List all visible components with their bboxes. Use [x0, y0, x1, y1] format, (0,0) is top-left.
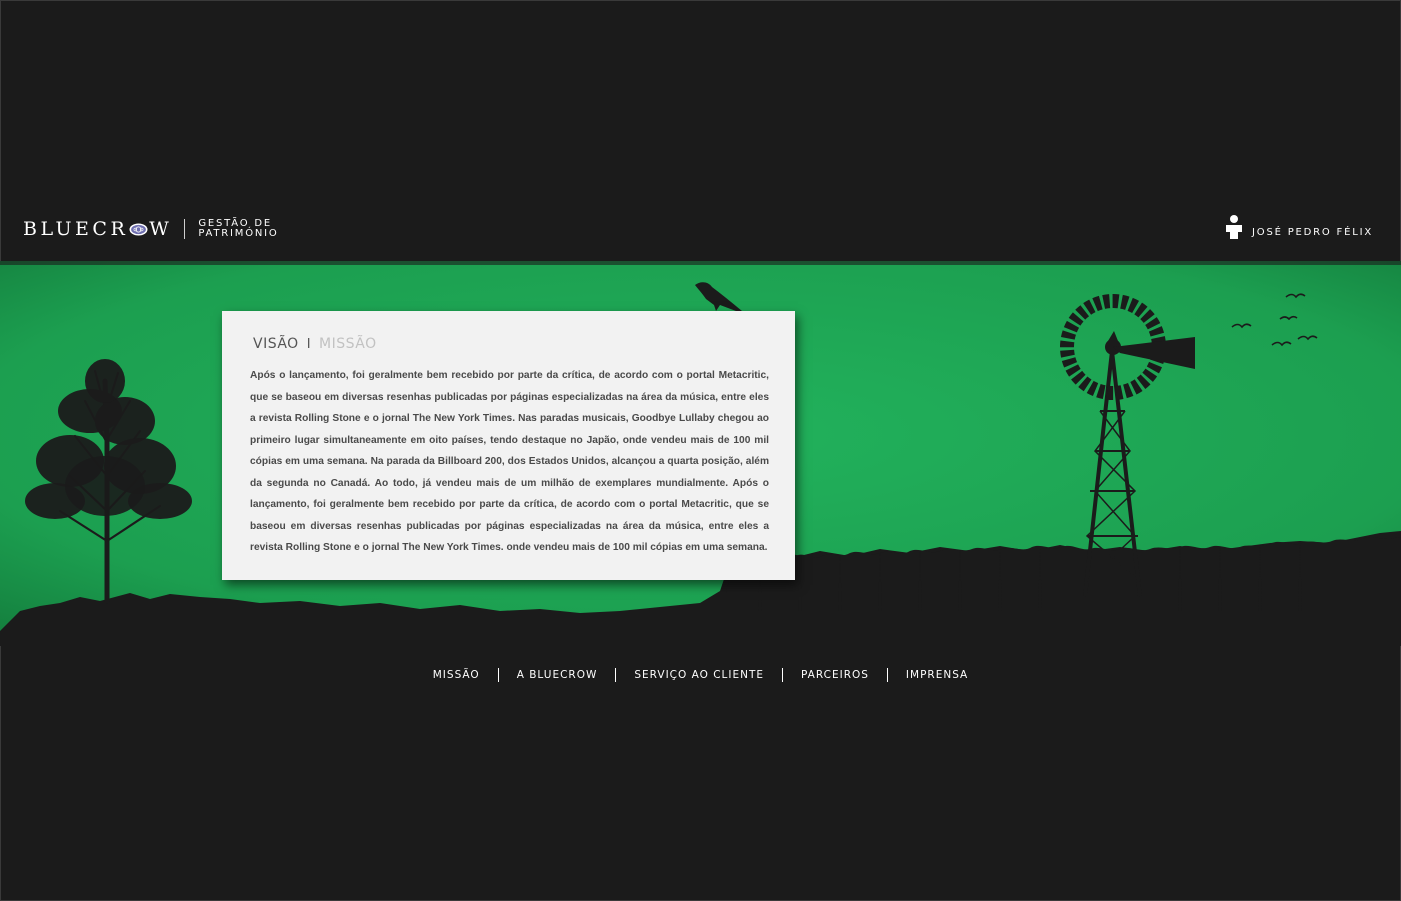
card-tabs: VISÃO I MISSÃO: [253, 333, 777, 355]
nav-servico-ao-cliente[interactable]: SERVIÇO AO CLIENTE: [616, 669, 782, 681]
brand-tagline: GESTÃO DE PATRIMÓNIO: [198, 219, 278, 239]
content-card: VISÃO I MISSÃO Após o lançamento, foi ge…: [222, 311, 795, 580]
logo-text-prefix: BLUECR: [23, 218, 129, 240]
nav-imprensa[interactable]: IMPRENSA: [888, 669, 986, 681]
user-account[interactable]: JOSÉ PEDRO FÉLIX: [1225, 215, 1373, 239]
tagline-line2: PATRIMÓNIO: [198, 228, 279, 239]
person-icon: [1226, 215, 1243, 239]
nav-missao[interactable]: MISSÃO: [415, 669, 498, 681]
tab-visao[interactable]: VISÃO: [253, 336, 299, 352]
user-name: JOSÉ PEDRO FÉLIX: [1252, 227, 1373, 238]
tab-missao[interactable]: MISSÃO: [319, 336, 377, 352]
footer-nav: MISSÃO A BLUECROW SERVIÇO AO CLIENTE PAR…: [0, 668, 1401, 682]
logo-text-suffix: W: [149, 218, 173, 240]
logo-wordmark: BLUECR W: [23, 218, 172, 240]
brand-logo[interactable]: BLUECR W GESTÃO DE PATRIMÓNIO: [23, 216, 279, 242]
tab-separator: I: [306, 336, 312, 352]
nav-parceiros[interactable]: PARCEIROS: [783, 669, 887, 681]
logo-emblem-icon: [129, 223, 148, 235]
card-body-text: Após o lançamento, foi geralmente bem re…: [250, 370, 769, 553]
nav-a-bluecrow[interactable]: A BLUECROW: [499, 669, 616, 681]
brand-divider: [184, 219, 186, 239]
